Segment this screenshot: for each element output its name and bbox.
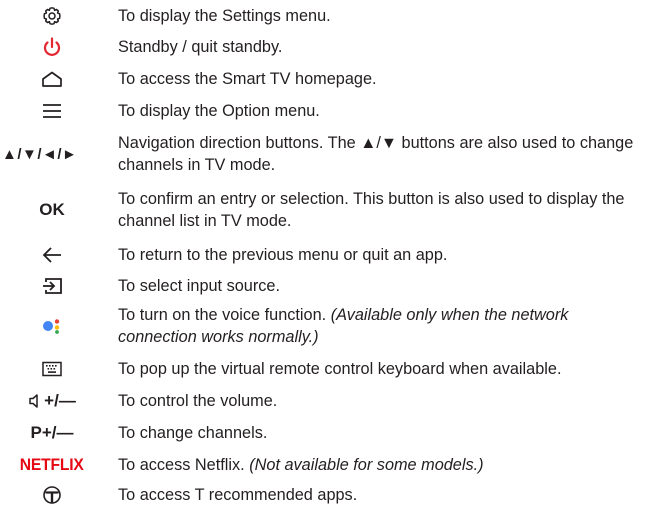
list-item-keyboard: To pop up the virtual remote control key… [0,357,654,381]
back-description: To return to the previous menu or quit a… [118,246,448,264]
settings-description: To display the Settings menu. [118,7,331,25]
list-item-back: To return to the previous menu or quit a… [0,243,654,267]
navigation-description: Navigation direction buttons. The ▲/▼ bu… [118,134,634,174]
list-item-settings: To display the Settings menu. [0,4,654,28]
remote-button-list: To display the Settings menu. Standby / … [0,0,654,508]
home-icon [0,67,104,91]
netflix-text: To access Netflix. [118,456,250,474]
volume-icon: +/— [0,389,104,413]
list-item-home: To access the Smart TV homepage. [0,67,654,91]
netflix-logo-icon: NETFLIX [0,453,104,477]
list-item-volume: +/— To control the volume. [0,389,654,413]
ok-button-icon: OK [39,200,65,219]
netflix-note: (Not available for some models.) [249,456,484,474]
power-icon [0,35,104,59]
input-source-icon [0,274,104,298]
volume-description: To control the volume. [118,392,278,410]
list-item-voice: To turn on the voice function. (Availabl… [0,303,654,349]
option-menu-description: To display the Option menu. [118,102,320,120]
t-apps-description: To access T recommended apps. [118,486,358,504]
list-item-power: Standby / quit standby. [0,35,654,59]
channel-icon: P +/— [0,421,104,445]
list-item-option-menu: To display the Option menu. [0,99,654,123]
menu-lines-icon [0,99,104,123]
navigation-arrows-icon: ▲/▼/◄/► [2,145,78,163]
voice-text: To turn on the voice function. [118,306,331,324]
list-item-channel: P +/— To change channels. [0,421,654,445]
netflix-description: To access Netflix. (Not available for so… [118,454,646,476]
keyboard-description: To pop up the virtual remote control key… [118,360,562,378]
channel-plus-minus: +/— [41,423,74,442]
channel-p-label: P [30,423,42,442]
voice-description: To turn on the voice function. (Availabl… [118,304,646,348]
list-item-netflix: NETFLIX To access Netflix. (Not availabl… [0,453,654,477]
settings-gear-icon [0,4,104,28]
list-item-ok: OK To confirm an entry or selection. Thi… [0,187,654,233]
list-item-navigation: ▲/▼/◄/► Navigation direction buttons. Th… [0,131,654,177]
ok-description: To confirm an entry or selection. This b… [118,190,625,230]
volume-plus-minus: +/— [44,391,76,410]
list-item-t-apps: To access T recommended apps. [0,483,654,507]
t-apps-icon [0,483,104,507]
keyboard-icon [0,357,104,381]
power-description: Standby / quit standby. [118,38,283,56]
voice-assistant-icon [0,303,104,349]
channel-description: To change channels. [118,424,268,442]
home-description: To access the Smart TV homepage. [118,70,377,88]
netflix-logo-text: NETFLIX [20,455,84,474]
back-arrow-icon [0,243,104,267]
input-source-description: To select input source. [118,277,280,295]
list-item-input-source: To select input source. [0,274,654,298]
